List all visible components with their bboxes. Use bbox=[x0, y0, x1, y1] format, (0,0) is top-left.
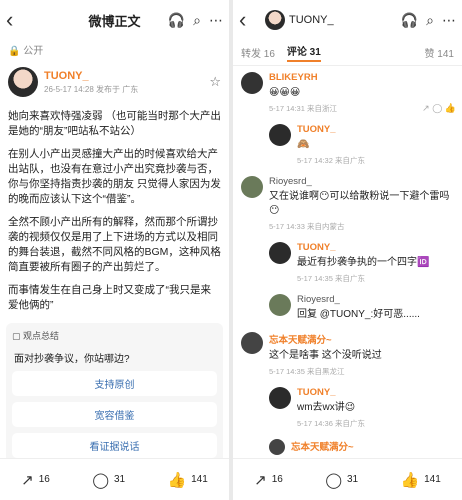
avatar[interactable] bbox=[265, 10, 285, 30]
comment-icon: ◯ bbox=[92, 471, 109, 489]
comment-text: 回复 @TUONY_:好可恶...... bbox=[297, 309, 420, 320]
summary-header-text: 观点总结 bbox=[23, 331, 60, 341]
avatar[interactable] bbox=[269, 387, 291, 409]
avatar[interactable] bbox=[8, 67, 38, 97]
comment-text: wm去wx讲😉 bbox=[297, 402, 356, 413]
like-button[interactable]: 👍 141 bbox=[167, 471, 207, 489]
reply-item: 忘本天赋满分~ bbox=[261, 433, 462, 459]
comment-button[interactable]: ◯ 31 bbox=[92, 471, 125, 489]
avatar[interactable] bbox=[241, 176, 263, 198]
search-icon[interactable]: ⌕ bbox=[193, 13, 201, 27]
favorite-icon[interactable]: ☆ bbox=[209, 74, 221, 90]
comment-author[interactable]: TUONY_ bbox=[297, 124, 365, 135]
tab-bar: 转发 16 评论 31 赞 141 bbox=[233, 40, 462, 66]
avatar[interactable] bbox=[269, 294, 291, 316]
like-icon: 👍 bbox=[400, 471, 420, 489]
comment-author[interactable]: TUONY_ bbox=[297, 242, 429, 253]
back-icon[interactable]: ‹ bbox=[6, 9, 26, 31]
comment-icon: ◯ bbox=[325, 471, 342, 489]
comment-meta: 5-17 14:36 来自广东 bbox=[297, 419, 365, 428]
more-icon[interactable]: ⋯ bbox=[442, 13, 456, 27]
post-paragraph: 她向来喜欢恃强凌弱 （也可能当时那个大产出是她的“朋友”吧站私不站公） bbox=[8, 110, 221, 137]
post-meta: 26-5-17 14:28 发布于 广东 bbox=[44, 84, 139, 94]
comment-author[interactable]: TUONY_ bbox=[297, 387, 365, 398]
reply-item: TUONY_ 🙈 5-17 14:32 来自广东 bbox=[261, 118, 462, 170]
top-bar: ‹ 微博正文 🎧 ⌕ ⋯ bbox=[0, 0, 229, 40]
comment-meta: 5-17 14:31 来自浙江 bbox=[269, 104, 337, 113]
post-panel: ‹ 微博正文 🎧 ⌕ ⋯ 🔒 公开 TUONY_ 26-5-17 14:28 发… bbox=[0, 0, 229, 500]
comment-text: 😀😀😀 bbox=[269, 87, 301, 98]
avatar[interactable] bbox=[269, 242, 291, 264]
summary-header: ▢ 观点总结 bbox=[12, 331, 60, 341]
comment-author[interactable]: Rioyesrd_ bbox=[297, 294, 420, 305]
comment-text: 又在说谁啊😶可以给散粉说一下避个雷吗😶 bbox=[269, 191, 450, 216]
author-row: TUONY_ 26-5-17 14:28 发布于 广东 ☆ bbox=[0, 59, 229, 101]
like-count: 141 bbox=[424, 474, 441, 485]
action-bar: ↗ 16 ◯ 31 👍 141 bbox=[233, 458, 462, 500]
poll-option[interactable]: 支持原创 bbox=[12, 371, 217, 396]
comment-count: 31 bbox=[346, 474, 359, 485]
reply-item: TUONY_ wm去wx讲😉 5-17 14:36 来自广东 bbox=[261, 381, 462, 433]
visibility-text: 公开 bbox=[23, 46, 44, 57]
comment-meta: 5-17 14:32 来自广东 bbox=[297, 156, 365, 165]
more-icon[interactable]: ⋯ bbox=[209, 13, 223, 27]
top-bar: ‹ TUONY_ 🎧 ⌕ ⋯ bbox=[233, 0, 462, 40]
action-bar: ↗ 16 ◯ 31 👍 141 bbox=[0, 458, 229, 500]
comment-author[interactable]: Rioyesrd_ bbox=[269, 176, 454, 187]
comment-meta: 5-17 14:35 来自广东 bbox=[297, 274, 365, 283]
post-paragraph: 在别人小产出灵感撞大产出的时候喜欢给大产出站队，也没有在意过小产出究竟抄袭与否，… bbox=[8, 148, 221, 205]
search-icon[interactable]: ⌕ bbox=[426, 13, 434, 27]
comment-item: BLIKEYRH 😀😀😀 5-17 14:31 来自浙江 ↗ ◯ 👍 bbox=[233, 66, 462, 118]
visibility-label: 🔒 公开 bbox=[8, 46, 44, 57]
comment-item: Rioyesrd_ 又在说谁啊😶可以给散粉说一下避个雷吗😶 5-17 14:33 来… bbox=[233, 170, 462, 236]
author-name[interactable]: TUONY_ bbox=[44, 70, 138, 82]
share-button[interactable]: ↗ 16 bbox=[254, 471, 283, 489]
share-icon: ↗ bbox=[254, 471, 267, 489]
comment-actions[interactable]: ↗ ◯ 👍 bbox=[422, 103, 456, 114]
tab-like[interactable]: 赞 141 bbox=[425, 45, 454, 60]
share-count: 16 bbox=[38, 474, 50, 485]
share-count: 16 bbox=[271, 474, 283, 485]
poll-option[interactable]: 宽容借鉴 bbox=[12, 402, 217, 427]
post-paragraph: 而事情发生在自己身上时又变成了“我只是来爱他俩的” bbox=[8, 284, 211, 311]
share-icon: ↗ bbox=[21, 471, 34, 489]
comment-text: 最近有抄袭争执的一个四字🆔 bbox=[297, 257, 430, 268]
comment-author[interactable]: 忘本天赋满分~ bbox=[291, 439, 354, 453]
comment-author[interactable]: BLIKEYRH bbox=[269, 72, 337, 83]
back-icon[interactable]: ‹ bbox=[239, 9, 259, 31]
tab-comment[interactable]: 评论 31 bbox=[286, 43, 321, 62]
comment-author[interactable]: 忘本天赋满分~ bbox=[269, 332, 382, 346]
comment-count: 31 bbox=[113, 474, 126, 485]
tab-repost[interactable]: 转发 16 bbox=[241, 45, 275, 60]
summary-question: 面对抄袭争议，你站哪边? bbox=[14, 354, 130, 365]
comments-panel: ‹ TUONY_ 🎧 ⌕ ⋯ 转发 16 评论 31 赞 141 BLIKEYR… bbox=[233, 0, 462, 500]
avatar[interactable] bbox=[269, 124, 291, 146]
poll-option[interactable]: 看证据说话 bbox=[12, 433, 217, 458]
like-icon: 👍 bbox=[167, 471, 187, 489]
comment-text: 🙈 bbox=[297, 139, 310, 150]
comment-button[interactable]: ◯ 31 bbox=[325, 471, 358, 489]
avatar[interactable] bbox=[269, 439, 285, 455]
like-button[interactable]: 👍 141 bbox=[400, 471, 440, 489]
summary-card: ▢ 观点总结 面对抄袭争议，你站哪边? 支持原创 宽容借鉴 看证据说话 bbox=[6, 323, 223, 470]
reply-item: Rioyesrd_ 回复 @TUONY_:好可恶...... bbox=[261, 288, 462, 326]
post-paragraph: 全然不顾小产出所有的解释，然而那个所谓抄袭的视频仅仅是用了上下进场的方式以及相同… bbox=[8, 216, 221, 273]
avatar[interactable] bbox=[241, 332, 263, 354]
avatar[interactable] bbox=[241, 72, 263, 94]
author-name[interactable]: TUONY_ bbox=[289, 14, 334, 26]
reply-item: TUONY_ 最近有抄袭争执的一个四字🆔 5-17 14:35 来自广东 bbox=[261, 236, 462, 288]
comment-meta: 5-17 14:33 来自内蒙古 bbox=[269, 222, 345, 231]
headphones-icon[interactable]: 🎧 bbox=[401, 13, 418, 27]
comment-item: 忘本天赋满分~ 这个是啥事 这个没听说过 5-17 14:35 来自黑龙江 bbox=[233, 326, 462, 381]
like-count: 141 bbox=[191, 474, 208, 485]
share-button[interactable]: ↗ 16 bbox=[21, 471, 50, 489]
comment-meta: 5-17 14:35 来自黑龙江 bbox=[269, 367, 345, 376]
headphones-icon[interactable]: 🎧 bbox=[168, 13, 185, 27]
comment-text: 这个是啥事 这个没听说过 bbox=[269, 350, 382, 361]
